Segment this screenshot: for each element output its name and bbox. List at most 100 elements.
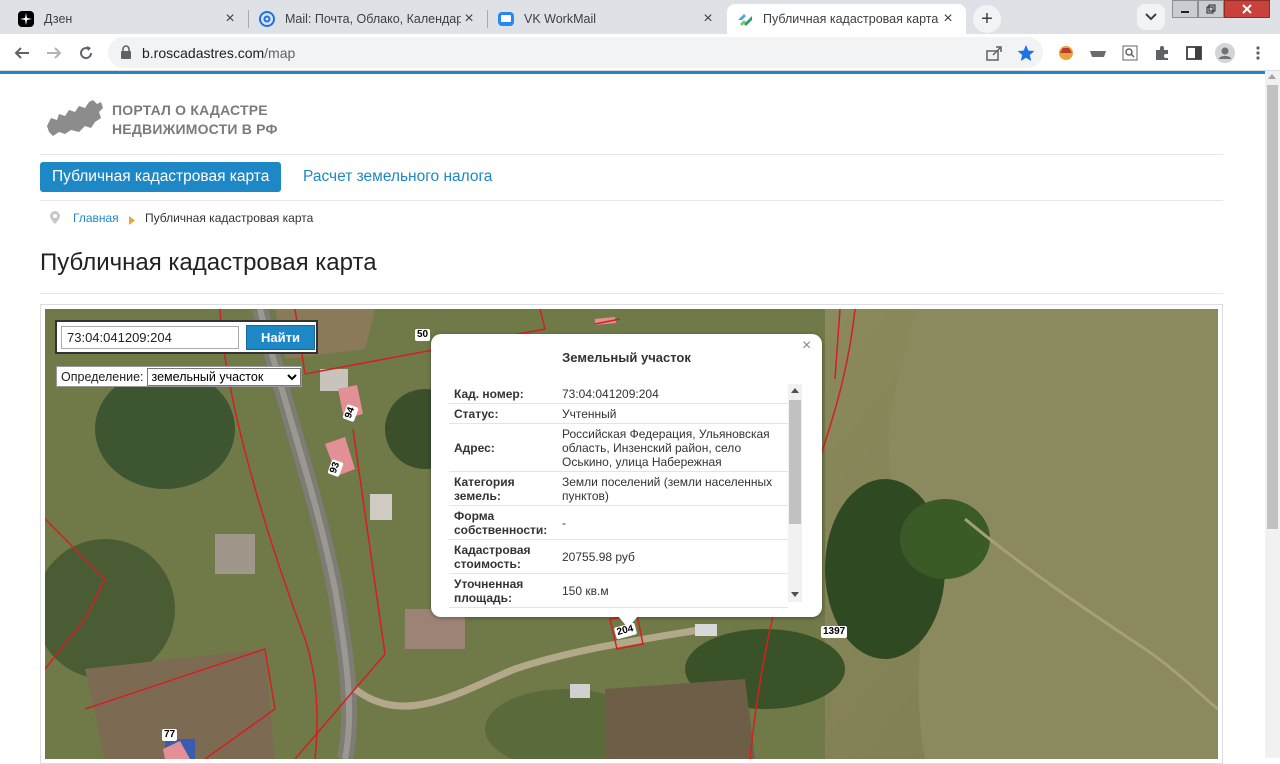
page-content: ПОРТАЛ О КАДАСТРЕ НЕДВИЖИМОСТИ В РФ Публ… [0, 74, 1265, 764]
new-tab-button[interactable]: + [973, 5, 1001, 33]
address-bar[interactable]: b.roscadastres.com/map [108, 37, 1043, 68]
browser-toolbar: b.roscadastres.com/map [0, 34, 1280, 71]
close-icon[interactable]: × [700, 10, 716, 27]
scroll-up-icon[interactable] [791, 388, 799, 393]
divider [40, 200, 1223, 201]
parcel-info-table: Кад. номер: 73:04:041209:204 Статус: Учт… [449, 384, 788, 608]
row-value: 20755.98 руб [557, 539, 788, 574]
tab-title: Дзен [44, 12, 73, 26]
parcel-label[interactable]: 1397 [821, 626, 848, 638]
breadcrumb-current: Публичная кадастровая карта [145, 211, 314, 225]
location-pin-icon [50, 211, 60, 227]
definition-select[interactable]: земельный участок [146, 367, 301, 386]
table-row: Кадастровая стоимость: 20755.98 руб [449, 539, 788, 574]
menu-item-land-tax[interactable]: Расчет земельного налога [303, 162, 492, 192]
row-value: Российская Федерация, Ульяновская област… [557, 423, 788, 472]
scroll-up-icon[interactable] [1268, 74, 1276, 79]
breadcrumb-home[interactable]: Главная [73, 211, 119, 225]
close-window-icon[interactable] [1224, 0, 1270, 18]
tab-mail[interactable]: Mail: Почта, Облако, Календарь × [249, 4, 487, 34]
tab-strip: Дзен × Mail: Почта, Облако, Календарь × … [0, 0, 1280, 34]
share-icon[interactable] [984, 43, 1004, 63]
table-row: Форма собственности: - [449, 505, 788, 540]
tab-roscadastres-active[interactable]: Публичная кадастровая карта × [727, 4, 966, 34]
parcel-label[interactable]: 77 [162, 729, 178, 741]
row-key: Кадастровая стоимость: [449, 539, 557, 574]
forward-arrow-icon [47, 47, 62, 59]
logo-line-2: НЕДВИЖИМОСТИ В РФ [112, 121, 278, 137]
reload-button[interactable] [72, 39, 100, 67]
tab-title: VK WorkMail [524, 12, 597, 26]
url-path: /map [264, 45, 296, 61]
scroll-down-icon[interactable] [791, 592, 799, 597]
definition-label: Определение: [61, 369, 144, 384]
close-icon[interactable]: × [940, 10, 956, 27]
row-value: 150 кв.м [557, 573, 788, 608]
find-button[interactable]: Найти [246, 325, 315, 350]
tab-title: Публичная кадастровая карта [763, 12, 939, 26]
extension-search-icon[interactable] [1120, 43, 1140, 63]
site-logo-text[interactable]: ПОРТАЛ О КАДАСТРЕ НЕДВИЖИМОСТИ В РФ [112, 101, 278, 139]
forward-button[interactable] [40, 39, 68, 67]
row-value: 73:04:041209:204 [557, 384, 788, 404]
row-key: Уточненная площадь: [449, 573, 557, 608]
window-controls [1172, 0, 1270, 18]
close-icon[interactable]: × [222, 10, 238, 27]
row-key: Статус: [449, 403, 557, 424]
table-row: Адрес: Российская Федерация, Ульяновская… [449, 423, 788, 472]
chevron-down-icon [1145, 13, 1157, 21]
table-row: Статус: Учтенный [449, 403, 788, 424]
row-key: Кад. номер: [449, 384, 557, 404]
extension-hat-icon[interactable] [1056, 43, 1076, 63]
url-host: b.roscadastres.com [142, 45, 265, 61]
russia-map-logo-icon[interactable] [45, 96, 105, 140]
close-icon[interactable]: × [461, 10, 477, 27]
roscadastres-icon [737, 11, 753, 27]
plus-icon: + [981, 7, 993, 30]
back-button[interactable] [8, 39, 36, 67]
row-key: Форма собственности: [449, 505, 557, 540]
menu-item-public-map[interactable]: Публичная кадастровая карта [40, 162, 282, 192]
popup-scrollbar[interactable] [788, 384, 802, 602]
cadastral-number-input[interactable] [61, 326, 239, 349]
row-key: Адрес: [449, 423, 557, 472]
parcel-info-popup: × Земельный участок Кад. номер: 73:04:04… [431, 334, 822, 628]
restore-icon[interactable] [1198, 0, 1224, 18]
map-search-panel: Найти [55, 320, 318, 354]
row-value: Учтенный [557, 403, 788, 424]
page-scrollbar[interactable] [1265, 71, 1280, 758]
scroll-thumb[interactable] [789, 400, 801, 524]
definition-selector: Определение: земельный участок [56, 366, 302, 387]
tab-search-button[interactable] [1137, 4, 1165, 30]
breadcrumb-arrow-icon [129, 214, 135, 228]
back-arrow-icon [14, 47, 29, 59]
parcel-label[interactable]: 50 [415, 329, 431, 341]
logo-line-1: ПОРТАЛ О КАДАСТРЕ [112, 102, 268, 118]
bookmark-star-icon[interactable] [1016, 43, 1036, 63]
popup-title: Земельный участок [562, 350, 691, 365]
row-key: Категория земель: [449, 471, 557, 506]
minimize-icon[interactable] [1172, 0, 1198, 18]
row-value: Земли поселений (земли населенных пункто… [557, 471, 788, 506]
side-panel-icon[interactable] [1184, 43, 1204, 63]
lock-icon [121, 45, 131, 59]
popup-pointer [618, 616, 638, 628]
table-row: Кад. номер: 73:04:041209:204 [449, 384, 788, 404]
url-text: b.roscadastres.com/map [142, 45, 295, 61]
tab-vk-workmail[interactable]: VK WorkMail × [488, 4, 726, 34]
vk-workmail-icon [498, 11, 514, 27]
mail-at-icon [259, 11, 275, 27]
table-row: Уточненная площадь: 150 кв.м [449, 573, 788, 608]
profile-avatar-icon[interactable] [1215, 43, 1235, 63]
extension-glasses-icon[interactable] [1088, 43, 1108, 63]
menu-dots-icon[interactable] [1248, 43, 1268, 63]
divider [40, 154, 1223, 155]
row-value: - [557, 505, 788, 540]
divider [40, 293, 1223, 294]
extensions-puzzle-icon[interactable] [1152, 43, 1172, 63]
tab-dzen[interactable]: Дзен × [8, 4, 248, 34]
table-row: Категория земель: Земли поселений (земли… [449, 471, 788, 506]
scroll-thumb[interactable] [1267, 85, 1278, 529]
tab-title: Mail: Почта, Облако, Календарь [285, 12, 461, 26]
page-title: Публичная кадастровая карта [40, 249, 377, 276]
